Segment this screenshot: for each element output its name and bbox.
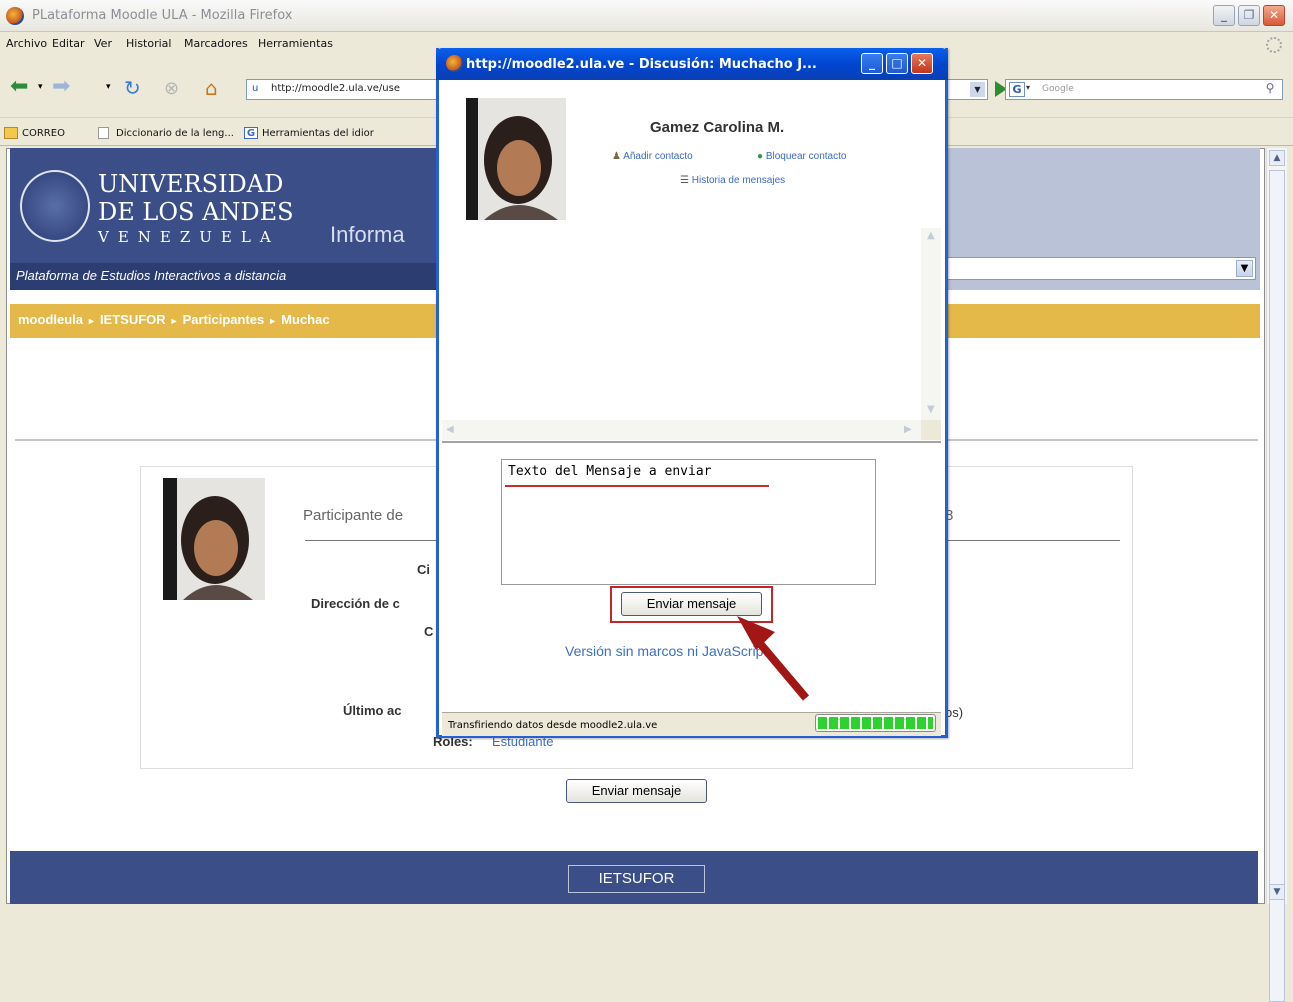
close-button[interactable]: ✕ (1263, 5, 1285, 26)
window-title: PLataforma Moodle ULA - Mozilla Firefox (32, 8, 293, 23)
no-javascript-link[interactable]: Versión sin marcos ni JavaScript (565, 643, 767, 659)
message-frame-vscroll[interactable]: ▲ ▼ (921, 228, 941, 420)
send-message-button[interactable]: Enviar mensaje (566, 779, 707, 803)
popup-close-button[interactable]: ✕ (911, 53, 933, 74)
forward-dropdown-icon[interactable]: ▾ (106, 82, 111, 92)
history-label: Historia de mensajes (691, 175, 786, 186)
back-icon[interactable]: ⬅ (10, 74, 28, 99)
popup-send-message-button[interactable]: Enviar mensaje (621, 592, 762, 616)
block-contact-label: Bloquear contacto (765, 151, 847, 162)
history-icon: ☰ (680, 175, 689, 186)
page-icon (98, 127, 109, 139)
scroll-down-icon[interactable]: ▼ (1269, 884, 1285, 900)
url-input[interactable]: u http://moodle2.ula.ve/use (246, 79, 442, 100)
menu-marcadores[interactable]: Marcadores (184, 37, 248, 50)
maximize-button[interactable]: ❐ (1238, 5, 1260, 26)
firefox-icon (446, 55, 463, 72)
scroll-up-icon[interactable]: ▲ (927, 230, 935, 241)
scroll-down-icon[interactable]: ▼ (927, 404, 935, 415)
breadcrumb-home[interactable]: moodleula (18, 312, 83, 327)
university-crest-icon (20, 170, 90, 242)
footer-course-link[interactable]: IETSUFOR (568, 865, 705, 893)
url-dropdown-icon[interactable]: ▼ (970, 82, 985, 97)
stop-icon[interactable]: ⊗ (164, 78, 179, 99)
message-textarea[interactable]: Texto del Mensaje a enviar (501, 459, 876, 585)
contact-photo (466, 98, 566, 220)
university-name-line1: UNIVERSIDAD (98, 170, 284, 198)
search-input[interactable]: G ▾ Google ⚲ (1005, 79, 1283, 100)
chevron-down-icon[interactable]: ▼ (1236, 260, 1253, 277)
status-text: Transfiriendo datos desde moodle2.ula.ve (448, 720, 658, 731)
breadcrumb-separator-icon: ► (169, 316, 179, 326)
search-placeholder: Google (1042, 84, 1074, 94)
breadcrumb-participants[interactable]: Participantes (183, 312, 265, 327)
browser-titlebar: PLataforma Moodle ULA - Mozilla Firefox … (0, 0, 1293, 32)
menu-ver[interactable]: Ver (94, 37, 112, 50)
add-contact-label: Añadir contacto (623, 151, 693, 162)
progress-fill (818, 717, 933, 729)
page-scrollbar[interactable]: ▲ ▼ (1266, 148, 1287, 1002)
menu-historial[interactable]: Historial (126, 37, 171, 50)
minimize-button[interactable]: _ (1213, 5, 1235, 26)
scroll-right-icon[interactable]: ▶ (904, 424, 912, 435)
url-text: http://moodle2.ula.ve/use (271, 83, 400, 94)
home-icon[interactable]: ⌂ (205, 76, 218, 100)
progress-bar (815, 714, 936, 732)
scroll-up-icon[interactable]: ▲ (1269, 150, 1285, 166)
google-icon: G (244, 127, 258, 139)
message-frame-hscroll[interactable]: ◀ ▶ (442, 420, 921, 440)
breadcrumb-separator-icon: ► (87, 316, 96, 326)
page-favicon: u (252, 83, 259, 94)
reload-icon[interactable]: ↻ (124, 76, 141, 100)
google-engine-icon[interactable]: G (1009, 82, 1025, 97)
breadcrumb-separator-icon: ► (268, 316, 278, 326)
breadcrumb-course[interactable]: IETSUFOR (100, 312, 166, 327)
bookmark-herramientas[interactable]: Herramientas del idior (262, 128, 374, 139)
popup-minimize-button[interactable]: _ (861, 53, 883, 74)
menu-herramientas[interactable]: Herramientas (258, 37, 333, 50)
engine-dropdown-icon[interactable]: ▾ (1026, 83, 1030, 92)
breadcrumb: moodleula ► IETSUFOR ► Participantes ► Muchac (18, 312, 330, 327)
bookmark-diccionario[interactable]: Diccionario de la leng... (116, 128, 234, 139)
participant-label: Participante de (303, 507, 404, 524)
block-contact-icon: ● (757, 151, 764, 162)
search-icon[interactable]: ⚲ (1260, 81, 1280, 98)
message-history-frame (442, 228, 941, 440)
field-label-email: Dirección de c (311, 596, 400, 611)
menu-editar[interactable]: Editar (52, 37, 85, 50)
url-input-end[interactable]: ▼ (943, 79, 988, 100)
frame-divider[interactable] (442, 441, 941, 443)
annotation-underline (505, 485, 769, 487)
field-label-course: C (424, 624, 434, 639)
add-contact-link[interactable]: ♟ Añadir contacto (612, 151, 693, 162)
popup-maximize-button[interactable]: □ (886, 53, 908, 74)
university-name-line3: VENEZUELA (98, 228, 280, 246)
platform-subtitle: Plataforma de Estudios Interactivos a di… (16, 268, 287, 283)
course-jump-select[interactable]: ▼ (940, 257, 1256, 280)
throbber-icon (1266, 37, 1282, 53)
university-name-line2: DE LOS ANDES (98, 198, 294, 226)
message-history-link[interactable]: ☰ Historia de mensajes (680, 175, 785, 186)
field-label-last-access: Último ac (343, 703, 402, 718)
popup-titlebar: http://moodle2.ula.ve - Discusión: Mucha… (436, 48, 948, 80)
profile-photo (163, 478, 265, 600)
forward-icon[interactable]: ➡ (52, 74, 70, 99)
folder-icon (4, 127, 18, 139)
breadcrumb-current: Muchac (281, 312, 330, 327)
popup-title: http://moodle2.ula.ve - Discusión: Mucha… (466, 57, 817, 72)
scrollbar-thumb[interactable] (1269, 170, 1285, 1002)
bookmark-correo[interactable]: CORREO (22, 128, 65, 139)
add-contact-icon: ♟ (612, 151, 621, 162)
block-contact-link[interactable]: ● Bloquear contacto (757, 151, 846, 162)
field-label-city: Ci (417, 562, 430, 577)
back-dropdown-icon[interactable]: ▾ (38, 82, 43, 92)
contact-name: Gamez Carolina M. (650, 119, 785, 136)
banner-heading: Informa (330, 222, 405, 247)
scroll-left-icon[interactable]: ◀ (446, 424, 454, 435)
firefox-icon (6, 7, 24, 25)
menu-archivo[interactable]: Archivo (6, 37, 47, 50)
scroll-corner (921, 420, 941, 440)
